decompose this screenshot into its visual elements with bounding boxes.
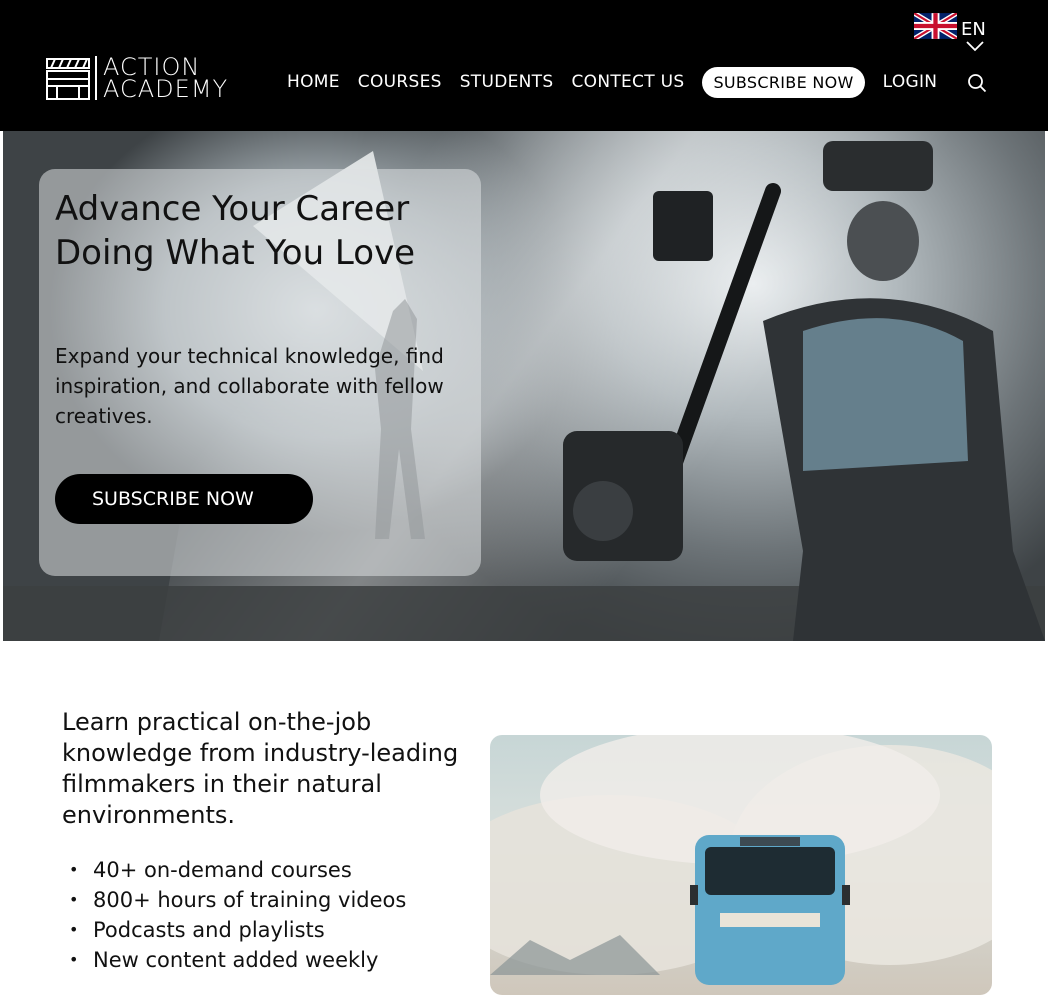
list-item: New content added weekly	[62, 945, 406, 975]
language-selector[interactable]: EN	[914, 13, 986, 40]
site-header: ACTION ACADEMY EN HOME COURSES STUDENTS …	[0, 0, 1048, 131]
list-item: 40+ on-demand courses	[62, 855, 406, 885]
main-nav: HOME COURSES STUDENTS CONTECT US SUBSCRI…	[287, 66, 955, 98]
chevron-down-icon[interactable]	[965, 40, 985, 52]
nav-students[interactable]: STUDENTS	[460, 72, 554, 92]
language-code: EN	[961, 19, 986, 40]
bus-image	[490, 735, 992, 985]
hero-subscribe-button[interactable]: SUBSCRIBE NOW	[55, 474, 313, 524]
bus-photo	[490, 735, 992, 995]
hero-card: Advance Your Career Doing What You Love …	[39, 169, 481, 576]
list-item: 800+ hours of training videos	[62, 885, 406, 915]
nav-login[interactable]: LOGIN	[883, 72, 938, 92]
brand-line-2: ACADEMY	[103, 75, 229, 103]
brand-name: ACTION ACADEMY	[103, 55, 229, 103]
list-item: Podcasts and playlists	[62, 915, 406, 945]
brand-logo[interactable]: ACTION ACADEMY	[45, 55, 228, 101]
hero-title: Advance Your Career Doing What You Love	[55, 189, 416, 273]
hero-section: Advance Your Career Doing What You Love …	[3, 131, 1045, 641]
nav-contact[interactable]: CONTECT US	[571, 72, 684, 92]
features-list: 40+ on-demand courses 800+ hours of trai…	[62, 855, 406, 975]
intro-text: Learn practical on-the-job knowledge fro…	[62, 708, 459, 829]
search-icon[interactable]	[967, 73, 987, 93]
nav-subscribe-button[interactable]: SUBSCRIBE NOW	[702, 66, 865, 98]
clapperboard-icon	[46, 58, 90, 100]
nav-home[interactable]: HOME	[287, 72, 340, 92]
hero-subtitle: Expand your technical knowledge, find in…	[55, 344, 444, 428]
nav-courses[interactable]: COURSES	[358, 72, 442, 92]
logo-divider	[95, 56, 97, 100]
uk-flag-icon	[914, 13, 957, 39]
